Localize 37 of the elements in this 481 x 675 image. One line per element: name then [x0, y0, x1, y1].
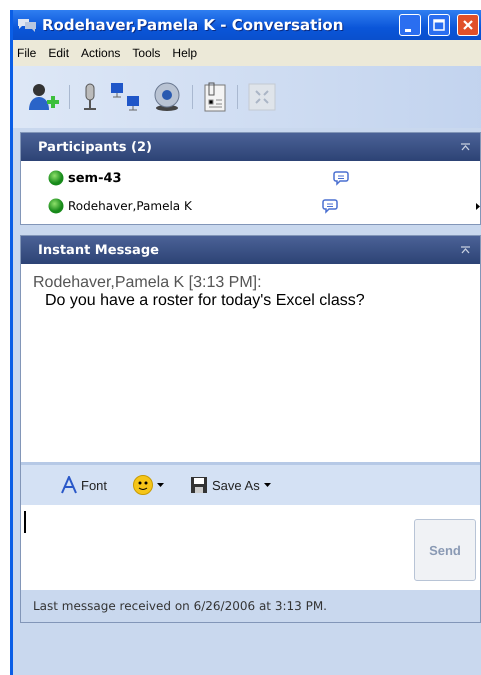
caret-icon — [157, 483, 164, 487]
minimize-icon — [405, 28, 411, 32]
collapse-icon[interactable] — [461, 246, 470, 254]
screen-sharing-icon[interactable] — [110, 82, 142, 112]
menu-item[interactable]: Tools — [132, 46, 160, 60]
minimize-button[interactable] — [399, 14, 421, 36]
chat-bubbles-icon — [17, 17, 37, 33]
emoticon-button[interactable] — [131, 473, 166, 497]
add-contact-icon[interactable] — [27, 82, 59, 112]
font-button[interactable]: Font — [59, 474, 110, 496]
webcam-icon[interactable] — [152, 82, 182, 112]
chat-bubble-icon[interactable] — [333, 170, 349, 186]
participants-title: Participants (2) — [38, 140, 152, 154]
menu-item[interactable]: File — [17, 46, 36, 60]
message-sender: Rodehaver,Pamela K [3:13 PM]: — [33, 274, 263, 292]
save-as-button[interactable]: Save As — [188, 474, 273, 496]
menu-item[interactable]: Help — [172, 46, 198, 60]
smiley-icon — [133, 475, 154, 495]
window-title: Rodehaver,Pamela K - Conversation — [42, 16, 344, 34]
menu-item[interactable]: Edit — [48, 46, 70, 60]
menu-item[interactable]: Actions — [81, 46, 120, 60]
font-icon — [61, 476, 77, 494]
maximize-button[interactable] — [428, 14, 450, 36]
caret-icon — [264, 483, 271, 487]
collapse-icon[interactable] — [461, 143, 470, 151]
document-icon[interactable] — [203, 82, 227, 112]
message-text: Do you have a roster for today's Excel class? — [44, 292, 366, 310]
status-dot-icon — [48, 198, 64, 214]
participant-name[interactable]: sem-43 — [68, 170, 333, 186]
instant-message-title: Instant Message — [38, 242, 159, 258]
status-dot-icon — [48, 170, 64, 186]
close-icon — [462, 19, 474, 31]
chat-bubble-icon[interactable] — [322, 198, 338, 214]
participant-name[interactable]: Rodehaver,Pamela K — [68, 199, 322, 213]
maximize-icon — [433, 19, 445, 31]
expand-arrow-icon[interactable] — [476, 202, 480, 210]
close-button[interactable] — [457, 14, 479, 36]
